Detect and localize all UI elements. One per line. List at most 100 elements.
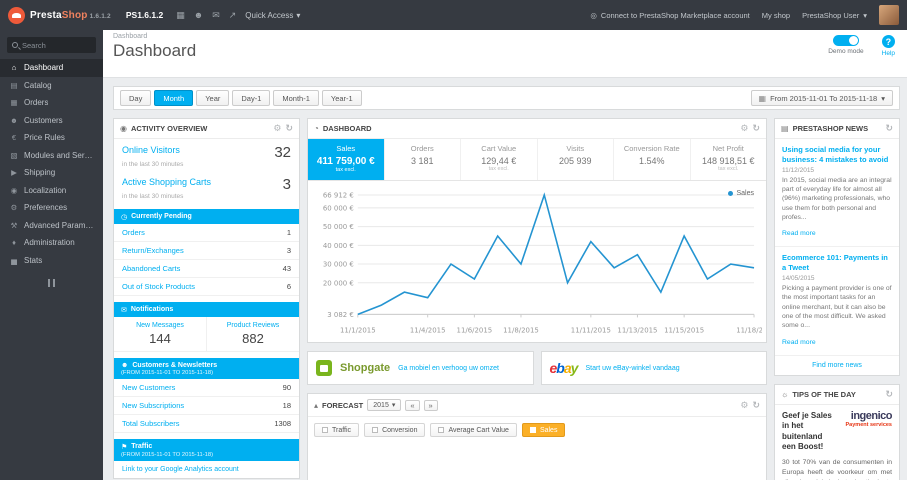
- shopgate-logo-icon: [316, 360, 332, 377]
- user-menu[interactable]: PrestaShop User ▾: [802, 11, 867, 20]
- online-visitors-link[interactable]: Online Visitors: [122, 145, 180, 155]
- user-name: PrestaShop User: [802, 10, 860, 20]
- shopgate-link[interactable]: Ga mobiel en verhoog uw omzet: [398, 365, 499, 372]
- my-shop-link[interactable]: My shop: [762, 11, 790, 20]
- svg-text:66 912 €: 66 912 €: [323, 191, 354, 199]
- topbar-right: ◎ Connect to PrestaShop Marketplace acco…: [590, 5, 899, 25]
- sidebar-item-modules[interactable]: ▧ Modules and Services: [0, 147, 103, 165]
- new-messages-cell[interactable]: New Messages 144: [114, 317, 206, 351]
- mail-icon: ✉: [121, 306, 127, 314]
- cart-icon[interactable]: ▦: [176, 10, 185, 21]
- kpi-net-profit[interactable]: Net Profit 148 918,51 € tax excl.: [691, 139, 767, 180]
- sidebar-item-stats[interactable]: ▅ Stats: [0, 252, 103, 270]
- svg-text:3 082 €: 3 082 €: [327, 311, 354, 319]
- profile-icon[interactable]: ☻: [194, 10, 203, 21]
- price-rules-icon: €: [11, 133, 17, 143]
- product-reviews-cell[interactable]: Product Reviews 882: [206, 317, 299, 351]
- search-input[interactable]: [22, 40, 91, 50]
- forecast-toggle-average-cart-value[interactable]: Average Cart Value: [430, 423, 517, 438]
- pending-orders-row[interactable]: Orders 1: [114, 224, 299, 242]
- refresh-icon[interactable]: ↻: [752, 124, 760, 133]
- refresh-icon[interactable]: ↻: [752, 400, 760, 410]
- kpi-orders[interactable]: Orders 3 181: [385, 139, 461, 180]
- checkbox-icon: [529, 427, 536, 434]
- chart-legend[interactable]: Sales: [728, 190, 754, 197]
- breadcrumb[interactable]: Dashboard: [113, 33, 897, 40]
- shop-name[interactable]: PS1.6.1.2: [126, 10, 163, 20]
- ebay-promo[interactable]: ebay Start uw eBay-winkel vandaag: [540, 351, 767, 386]
- customers-newsletters-header: ☻ Customers & Newsletters (FROM 2015-11-…: [114, 358, 299, 379]
- new-subscriptions-row[interactable]: New Subscriptions 18: [114, 397, 299, 415]
- refresh-icon[interactable]: ↻: [885, 124, 893, 133]
- avatar[interactable]: [879, 5, 899, 25]
- sales-chart: Sales 66 912 € 60 000 € 50 000 € 40 000 € 30…: [308, 181, 766, 342]
- refresh-icon[interactable]: ↻: [885, 389, 893, 399]
- help-icon[interactable]: ?: [881, 35, 895, 48]
- gauge-icon: ◔: [314, 124, 319, 133]
- forecast-toggle-conversion[interactable]: Conversion: [364, 423, 426, 438]
- sidebar-item-advanced-parameters[interactable]: ⚒ Advanced Parameters: [0, 217, 103, 235]
- kpi-visits[interactable]: Visits 205 939: [538, 139, 614, 180]
- mail-icon[interactable]: ✉: [212, 10, 220, 21]
- sidebar-item-customers[interactable]: ☻ Customers: [0, 112, 103, 130]
- total-subscribers-row[interactable]: Total Subscribers 1308: [114, 415, 299, 433]
- sidebar-item-orders[interactable]: ▦ Orders: [0, 94, 103, 112]
- demo-mode-toggle[interactable]: Demo mode: [828, 35, 864, 57]
- forecast-toggles: Traffic Conversion Average Cart Value Sa…: [308, 417, 766, 443]
- filter-month-button[interactable]: Month: [154, 90, 194, 106]
- news-title-link[interactable]: Ecommerce 101: Payments in a Tweet: [782, 253, 892, 273]
- marketplace-label: Connect to PrestaShop Marketplace accoun…: [600, 10, 750, 20]
- year-select[interactable]: 2015 ▾: [367, 399, 402, 412]
- filter-year-1-button[interactable]: Year-1: [321, 90, 362, 106]
- kpi-conversion-rate[interactable]: Conversion Rate 1.54%: [614, 139, 691, 180]
- sidebar-collapse-button[interactable]: [42, 279, 62, 287]
- sidebar-item-preferences[interactable]: ⚙ Preferences: [0, 199, 103, 217]
- forecast-toggle-traffic[interactable]: Traffic: [314, 423, 360, 438]
- notifications-row: New Messages 144 Product Reviews 882: [114, 317, 299, 352]
- svg-text:11/11/2015: 11/11/2015: [571, 326, 611, 334]
- ebay-link[interactable]: Start uw eBay-winkel vandaag: [585, 365, 679, 372]
- sidebar-search[interactable]: [7, 37, 96, 53]
- filter-month-1-button[interactable]: Month-1: [273, 90, 319, 106]
- gear-icon[interactable]: ⚙: [740, 124, 748, 133]
- gear-icon[interactable]: ⚙: [273, 124, 281, 133]
- sidebar-item-dashboard[interactable]: ⌂ Dashboard: [0, 59, 103, 77]
- marketplace-link[interactable]: ◎ Connect to PrestaShop Marketplace acco…: [590, 11, 749, 20]
- read-more-link[interactable]: Read more: [782, 339, 816, 346]
- kpi-sales[interactable]: Sales 411 759,00 € tax excl.: [308, 139, 385, 180]
- filter-day-button[interactable]: Day: [120, 90, 152, 106]
- abandoned-carts-row[interactable]: Abandoned Carts 43: [114, 260, 299, 278]
- google-analytics-link[interactable]: Link to your Google Analytics account: [114, 461, 299, 478]
- read-more-link[interactable]: Read more: [782, 230, 816, 237]
- find-more-news-link[interactable]: Find more news: [775, 356, 899, 375]
- prev-year-button[interactable]: «: [405, 399, 420, 411]
- sidebar-item-price-rules[interactable]: € Price Rules: [0, 129, 103, 147]
- launch-icon[interactable]: ↗: [229, 10, 237, 21]
- kpi-cart-value[interactable]: Cart Value 129,44 € tax excl.: [461, 139, 538, 180]
- next-year-button[interactable]: »: [423, 399, 438, 411]
- prestashop-logo[interactable]: PrestaShop 1.6.1.2: [8, 6, 111, 24]
- header-actions: Demo mode ? Help: [828, 35, 895, 57]
- help-button[interactable]: ? Help: [882, 35, 895, 57]
- prestashop-logo-icon: [8, 6, 25, 24]
- gear-icon[interactable]: ⚙: [740, 400, 748, 410]
- filter-year-button[interactable]: Year: [196, 90, 230, 106]
- shopgate-promo[interactable]: Shopgate Ga mobiel en verhoog uw omzet: [307, 351, 534, 386]
- out-of-stock-row[interactable]: Out of Stock Products 6: [114, 278, 299, 296]
- pending-returns-row[interactable]: Return/Exchanges 3: [114, 242, 299, 260]
- quick-access-menu[interactable]: Quick Access ▾: [245, 11, 300, 20]
- new-customers-row[interactable]: New Customers 90: [114, 379, 299, 397]
- sidebar-item-administration[interactable]: ♦ Administration: [0, 234, 103, 252]
- forecast-toggle-sales[interactable]: Sales: [521, 423, 566, 438]
- sidebar-item-catalog[interactable]: ▤ Catalog: [0, 77, 103, 95]
- localization-icon: ◉: [10, 185, 18, 195]
- filter-day-1-button[interactable]: Day-1: [232, 90, 271, 106]
- active-carts-link[interactable]: Active Shopping Carts: [122, 177, 211, 187]
- toggle-switch-icon[interactable]: [832, 35, 859, 46]
- sidebar-item-localization[interactable]: ◉ Localization: [0, 182, 103, 200]
- date-range-picker[interactable]: ▦ From 2015-11-01 To 2015-11-18 ▾: [750, 90, 893, 106]
- sidebar-item-shipping[interactable]: ▶ Shipping: [0, 164, 103, 182]
- news-title-link[interactable]: Using social media for your business: 4 …: [782, 145, 892, 165]
- refresh-icon[interactable]: ↻: [285, 124, 293, 133]
- demo-mode-label: Demo mode: [828, 48, 864, 55]
